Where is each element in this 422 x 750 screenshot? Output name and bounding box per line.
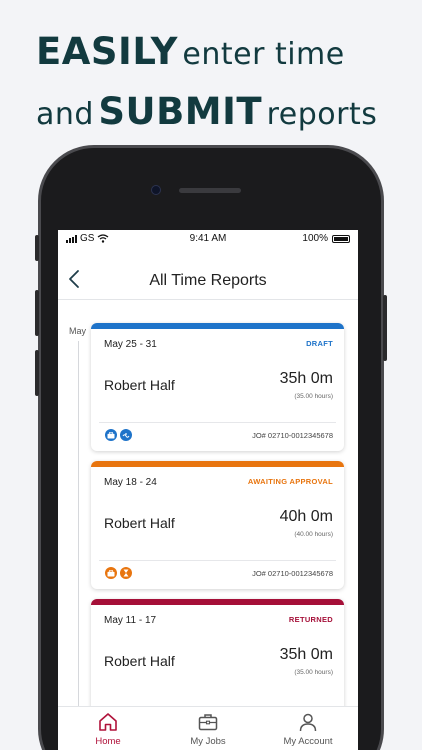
card-icons (105, 429, 132, 441)
card-divider (99, 560, 336, 561)
battery-percent: 100% (302, 233, 328, 244)
home-icon (99, 713, 117, 731)
front-camera (151, 185, 161, 195)
reports-list[interactable]: May May 25 - 31 DRAFT Robert Half 35h 0m… (58, 301, 358, 706)
card-icons (105, 567, 132, 579)
hours-decimal: (35.00 hours) (294, 669, 333, 676)
status-badge: AWAITING APPROVAL (247, 477, 333, 486)
headline-emphasis-easily: EASILY (36, 30, 178, 73)
user-icon (299, 713, 317, 732)
headline-emphasis-submit: SUBMIT (98, 90, 263, 133)
tab-bar: Home My Jobs My Account (58, 706, 358, 750)
tab-home[interactable]: Home (58, 707, 158, 750)
time-report-card[interactable]: May 25 - 31 DRAFT Robert Half 35h 0m (35… (91, 323, 344, 451)
page-title: All Time Reports (149, 272, 267, 289)
time-report-card[interactable]: May 18 - 24 AWAITING APPROVAL Robert Hal… (91, 461, 344, 589)
power-button (383, 295, 387, 361)
card-divider (99, 422, 336, 423)
tab-home-label: Home (95, 736, 121, 747)
hours-total: 35h 0m (279, 370, 333, 387)
headline-line-1: EASILY enter time (36, 26, 416, 86)
month-label: May (69, 326, 87, 336)
battery-icon (332, 234, 350, 243)
mute-switch (35, 235, 39, 261)
status-color-bar (91, 599, 344, 605)
time-report-card[interactable]: May 11 - 17 RETURNED Robert Half 35h 0m … (91, 599, 344, 706)
briefcase-icon (105, 429, 117, 441)
tab-my-account-label: My Account (283, 736, 333, 747)
hours-total: 35h 0m (279, 646, 333, 663)
hours-total: 40h 0m (279, 508, 333, 525)
briefcase-icon (105, 567, 117, 579)
hours-decimal: (35.00 hours) (294, 393, 333, 400)
tab-my-jobs-label: My Jobs (190, 736, 226, 747)
hourglass-icon (120, 567, 132, 579)
volume-down-button (35, 350, 39, 396)
report-date-range: May 25 - 31 (104, 339, 157, 350)
nav-bar: All Time Reports (58, 260, 358, 300)
status-badge: DRAFT (306, 339, 333, 348)
volume-up-button (35, 290, 39, 336)
tab-my-jobs[interactable]: My Jobs (158, 707, 258, 750)
status-color-bar (91, 461, 344, 467)
earpiece-speaker (179, 188, 241, 193)
headline-text: enter time (182, 37, 345, 72)
status-color-bar (91, 323, 344, 329)
headline-text: and (36, 97, 94, 132)
wave-icon (120, 429, 132, 441)
report-date-range: May 11 - 17 (104, 615, 157, 626)
job-order-number: JO# 02710-0012345678 (252, 569, 333, 578)
report-date-range: May 18 - 24 (104, 477, 157, 488)
briefcase-icon (198, 714, 218, 731)
client-name: Robert Half (104, 653, 175, 669)
marketing-headline: EASILY enter time and SUBMIT reports (36, 26, 416, 146)
job-order-number: JO# 02710-0012345678 (252, 431, 333, 440)
headline-line-2: and SUBMIT reports (36, 86, 416, 146)
headline-text: reports (266, 97, 378, 132)
hours-decimal: (40.00 hours) (294, 531, 333, 538)
tab-my-account[interactable]: My Account (258, 707, 358, 750)
status-right: 100% (302, 233, 350, 244)
status-bar: GS 9:41 AM 100% (58, 230, 358, 248)
status-badge: RETURNED (288, 615, 333, 624)
app-screen: GS 9:41 AM 100% All Time Reports May May… (58, 230, 358, 750)
client-name: Robert Half (104, 377, 175, 393)
client-name: Robert Half (104, 515, 175, 531)
timeline-line (78, 341, 79, 706)
